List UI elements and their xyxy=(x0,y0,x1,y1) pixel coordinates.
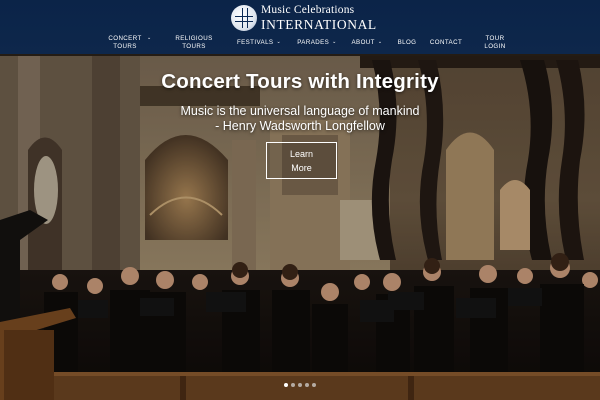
nav-item-label: Contact xyxy=(429,39,463,46)
nav-item-label: Parades xyxy=(297,39,330,46)
slider-dot-2[interactable] xyxy=(291,383,295,387)
brand-logo[interactable]: Music Celebrations International xyxy=(231,4,381,32)
nav-item-label: Blog xyxy=(397,39,417,46)
chevron-down-icon: ⌄ xyxy=(276,39,282,45)
brand-name-line1: Music Celebrations xyxy=(261,4,355,16)
site-header: Music Celebrations International Concert… xyxy=(0,0,600,54)
nav-item-label: About xyxy=(351,39,375,46)
slider-dot-4[interactable] xyxy=(305,383,309,387)
nav-item-label: Tour Login xyxy=(484,35,506,50)
main-nav: Concert Tours ⌄ Religious Tours Festivals… xyxy=(0,33,600,51)
slider-dot-3[interactable] xyxy=(298,383,302,387)
learn-more-label-line1: Learn xyxy=(289,149,314,159)
nav-item-concert-tours[interactable]: Concert Tours ⌄ xyxy=(96,35,154,50)
nav-item-about[interactable]: About ⌄ xyxy=(350,39,384,47)
nav-item-blog[interactable]: Blog xyxy=(396,39,418,47)
nav-item-tour-login[interactable]: Tour Login xyxy=(480,35,510,50)
chevron-down-icon: ⌄ xyxy=(332,39,337,45)
hero-quote: Music is the universal language of manki… xyxy=(0,104,600,134)
learn-more-button[interactable]: Learn More xyxy=(266,142,337,179)
learn-more-label-line2: More xyxy=(291,163,312,173)
basilica-choir-photo xyxy=(0,0,600,400)
hero-quote-author: - Henry Wadsworth Longfellow xyxy=(215,119,385,133)
hero-title: Concert Tours with Integrity xyxy=(161,70,439,93)
slider-dot-1[interactable] xyxy=(284,383,288,387)
nav-item-label: Concert Tours xyxy=(108,35,142,50)
brand-name-line2: International xyxy=(261,16,377,32)
nav-item-label: Religious Tours xyxy=(175,35,213,50)
brand-name: Music Celebrations International xyxy=(261,4,377,32)
hero-quote-text: Music is the universal language of manki… xyxy=(180,104,420,118)
nav-item-religious-tours[interactable]: Religious Tours xyxy=(174,35,214,50)
nav-item-contact[interactable]: Contact xyxy=(428,39,464,47)
chevron-down-icon: ⌄ xyxy=(377,39,383,45)
chevron-down-icon: ⌄ xyxy=(147,35,152,41)
globe-logo-icon xyxy=(231,5,257,31)
nav-item-festivals[interactable]: Festivals ⌄ xyxy=(236,39,282,47)
hero-background-image xyxy=(0,0,600,400)
nav-item-parades[interactable]: Parades ⌄ xyxy=(296,39,338,47)
slider-dot-5[interactable] xyxy=(312,383,316,387)
nav-item-label: Festivals xyxy=(236,39,274,46)
slider-dots xyxy=(284,383,319,388)
